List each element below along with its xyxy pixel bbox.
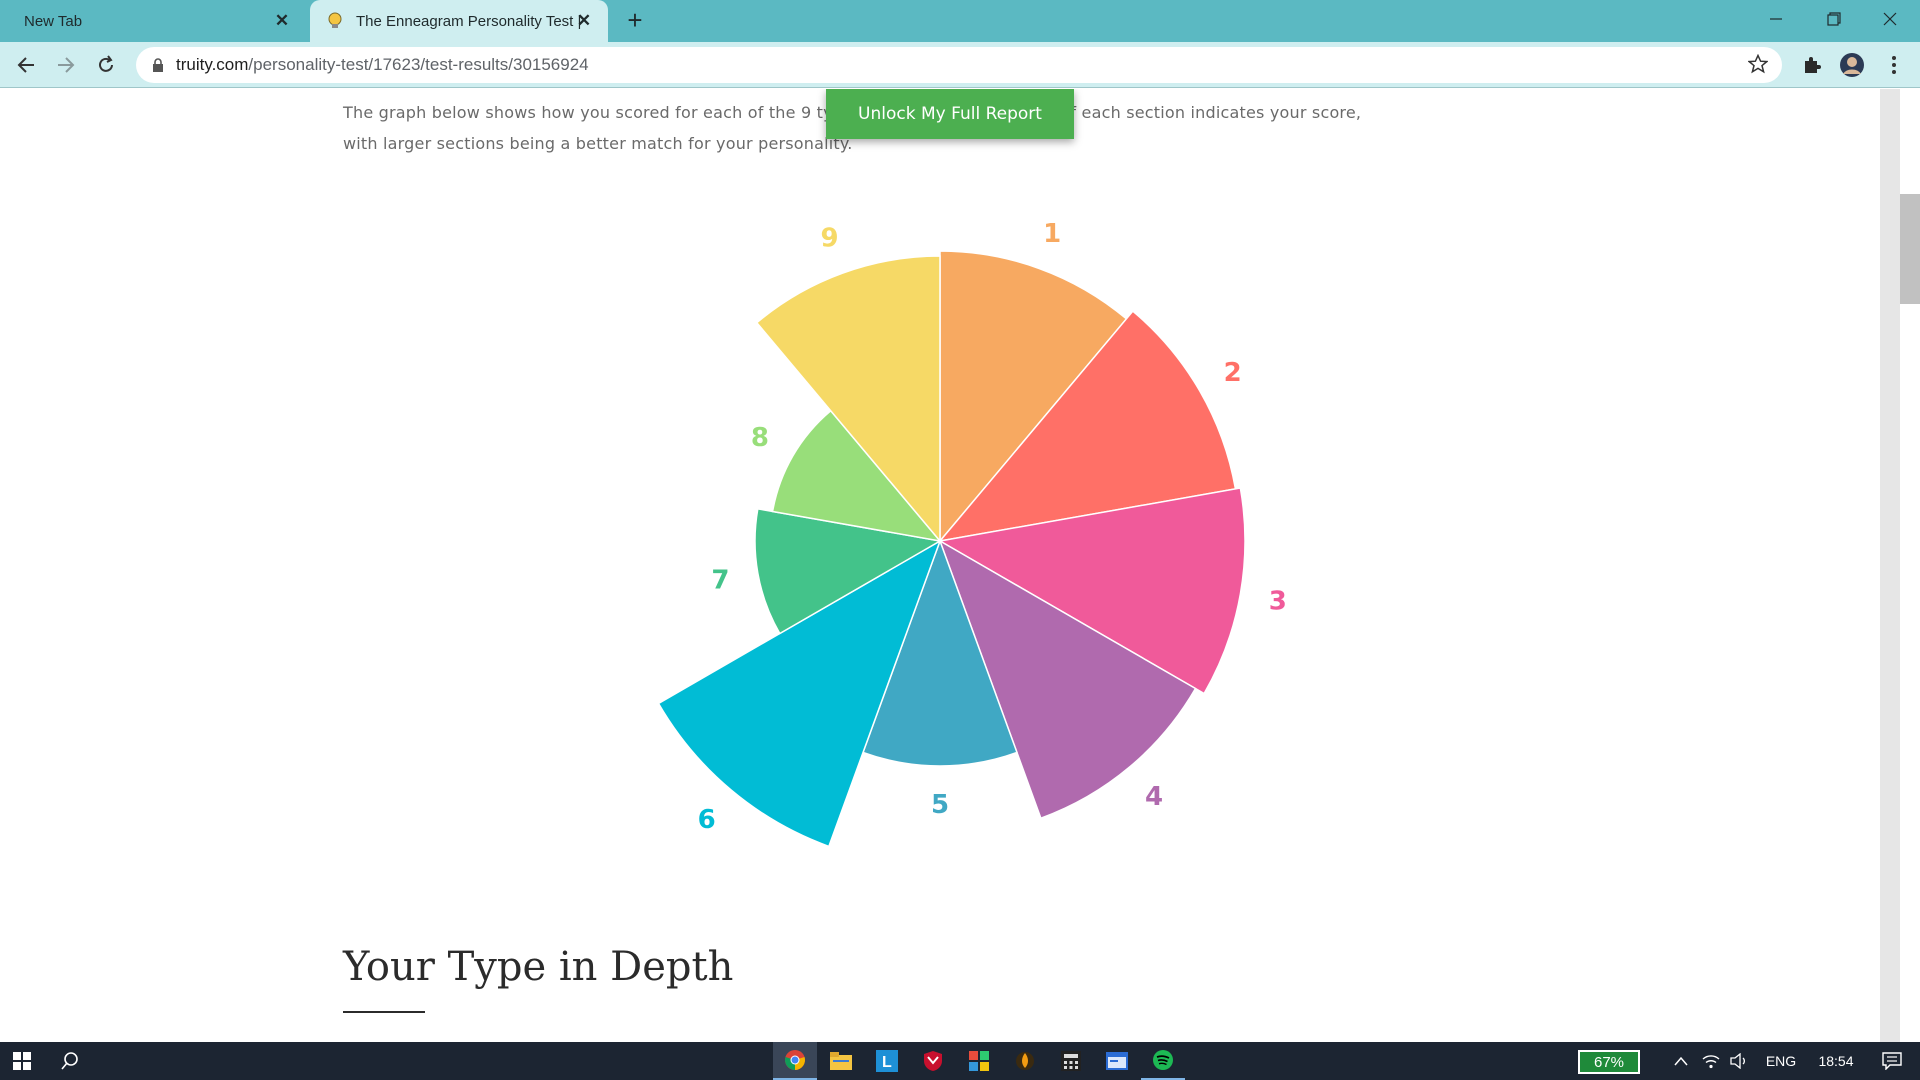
shield-icon xyxy=(924,1051,942,1071)
tab-enneagram[interactable]: The Enneagram Personality Test | ✕ xyxy=(310,0,608,42)
star-icon[interactable] xyxy=(1748,54,1768,74)
puzzle-icon xyxy=(1805,57,1821,73)
show-hidden-icons[interactable] xyxy=(1668,1042,1694,1080)
tab-strip: New Tab ✕ The Enneagram Personality Test… xyxy=(0,0,1920,42)
url-host: truity.com xyxy=(176,55,249,74)
chart-label-type-4: 4 xyxy=(1145,782,1163,812)
window-app-icon xyxy=(1106,1052,1128,1070)
chevron-up-icon xyxy=(1674,1056,1688,1066)
toolbar: truity.com/personality-test/17623/test-r… xyxy=(0,42,1920,88)
close-icon[interactable]: ✕ xyxy=(574,11,594,31)
back-button[interactable] xyxy=(12,51,40,79)
wifi-icon xyxy=(1702,1055,1720,1069)
taskbar: L 67% ENG 18:54 xyxy=(0,1042,1920,1080)
svg-text:L: L xyxy=(882,1054,892,1071)
address-input[interactable]: truity.com/personality-test/17623/test-r… xyxy=(136,47,1782,83)
taskbar-spotify[interactable] xyxy=(1141,1042,1185,1080)
taskbar-app-window[interactable] xyxy=(1095,1042,1139,1080)
office-grid-icon xyxy=(969,1051,989,1071)
search-icon xyxy=(61,1052,78,1070)
calculator-icon xyxy=(1061,1051,1081,1071)
minimize-icon xyxy=(1770,18,1782,20)
reload-button[interactable] xyxy=(92,51,120,79)
unlock-full-report-button[interactable]: Unlock My Full Report xyxy=(826,89,1074,139)
url-path: /personality-test/17623/test-results/301… xyxy=(248,55,589,74)
taskbar-mcafee[interactable] xyxy=(911,1042,955,1080)
restore-icon xyxy=(1827,12,1841,26)
start-button[interactable] xyxy=(0,1042,44,1080)
search-button[interactable] xyxy=(48,1042,92,1080)
enneagram-polar-chart: 1 2 3 4 5 6 7 8 9 xyxy=(657,219,1287,848)
scroll-track xyxy=(1880,89,1900,1042)
close-icon[interactable]: ✕ xyxy=(272,11,292,31)
kebab-menu-icon xyxy=(1892,56,1896,74)
taskbar-app-orange[interactable] xyxy=(1003,1042,1047,1080)
taskbar-office[interactable] xyxy=(957,1042,1001,1080)
network-button[interactable] xyxy=(1698,1042,1724,1080)
chart-label-type-6: 6 xyxy=(698,805,716,835)
new-tab-button[interactable]: + xyxy=(622,7,648,34)
spotify-icon xyxy=(1153,1050,1173,1070)
heading-underline xyxy=(343,1011,425,1013)
lightbulb-favicon-icon xyxy=(328,12,342,28)
window-close-button[interactable] xyxy=(1862,0,1918,38)
chart-label-type-1: 1 xyxy=(1043,219,1061,249)
profile-avatar[interactable] xyxy=(1838,51,1866,79)
arrow-right-icon xyxy=(58,57,75,73)
menu-button[interactable] xyxy=(1880,51,1908,79)
reload-icon xyxy=(99,55,113,72)
tab-label: New Tab xyxy=(24,12,83,30)
chart-label-type-5: 5 xyxy=(931,790,949,820)
chrome-icon xyxy=(785,1050,805,1070)
scroll-thumb[interactable] xyxy=(1900,194,1920,304)
section-heading: Your Type in Depth xyxy=(343,944,734,990)
language-indicator[interactable]: ENG xyxy=(1756,1042,1806,1080)
restore-button[interactable] xyxy=(1806,0,1862,38)
chart-label-type-7: 7 xyxy=(711,566,729,596)
minimize-button[interactable] xyxy=(1748,0,1804,38)
notification-icon xyxy=(1882,1052,1902,1070)
speaker-icon xyxy=(1730,1053,1745,1069)
volume-button[interactable] xyxy=(1726,1042,1752,1080)
battery-indicator[interactable]: 67% xyxy=(1578,1050,1640,1074)
scrollbar[interactable] xyxy=(1880,89,1920,1042)
close-icon xyxy=(1883,12,1897,26)
taskbar-app-l[interactable]: L xyxy=(865,1042,909,1080)
notifications-button[interactable] xyxy=(1870,1042,1914,1080)
taskbar-file-explorer[interactable] xyxy=(819,1042,863,1080)
forward-button[interactable] xyxy=(52,51,80,79)
chart-label-type-8: 8 xyxy=(751,423,769,453)
windows-icon xyxy=(13,1052,31,1070)
folder-icon xyxy=(830,1052,852,1070)
lock-icon xyxy=(153,58,163,72)
clock[interactable]: 18:54 xyxy=(1806,1042,1866,1080)
chart-label-type-3: 3 xyxy=(1269,587,1287,617)
chart-label-type-9: 9 xyxy=(820,223,838,253)
tab-new-tab[interactable]: New Tab ✕ xyxy=(0,0,306,42)
taskbar-app-calc[interactable] xyxy=(1049,1042,1093,1080)
arrow-left-icon xyxy=(17,57,34,73)
tab-label: The Enneagram Personality Test | xyxy=(356,12,582,30)
flame-icon xyxy=(1016,1052,1034,1070)
chart-label-type-2: 2 xyxy=(1224,358,1242,388)
extensions-button[interactable] xyxy=(1798,51,1826,79)
taskbar-chrome[interactable] xyxy=(773,1042,817,1080)
l-app-icon: L xyxy=(876,1050,898,1072)
avatar-icon xyxy=(1840,53,1864,77)
page-content: The graph below shows how you scored for… xyxy=(0,89,1880,1042)
